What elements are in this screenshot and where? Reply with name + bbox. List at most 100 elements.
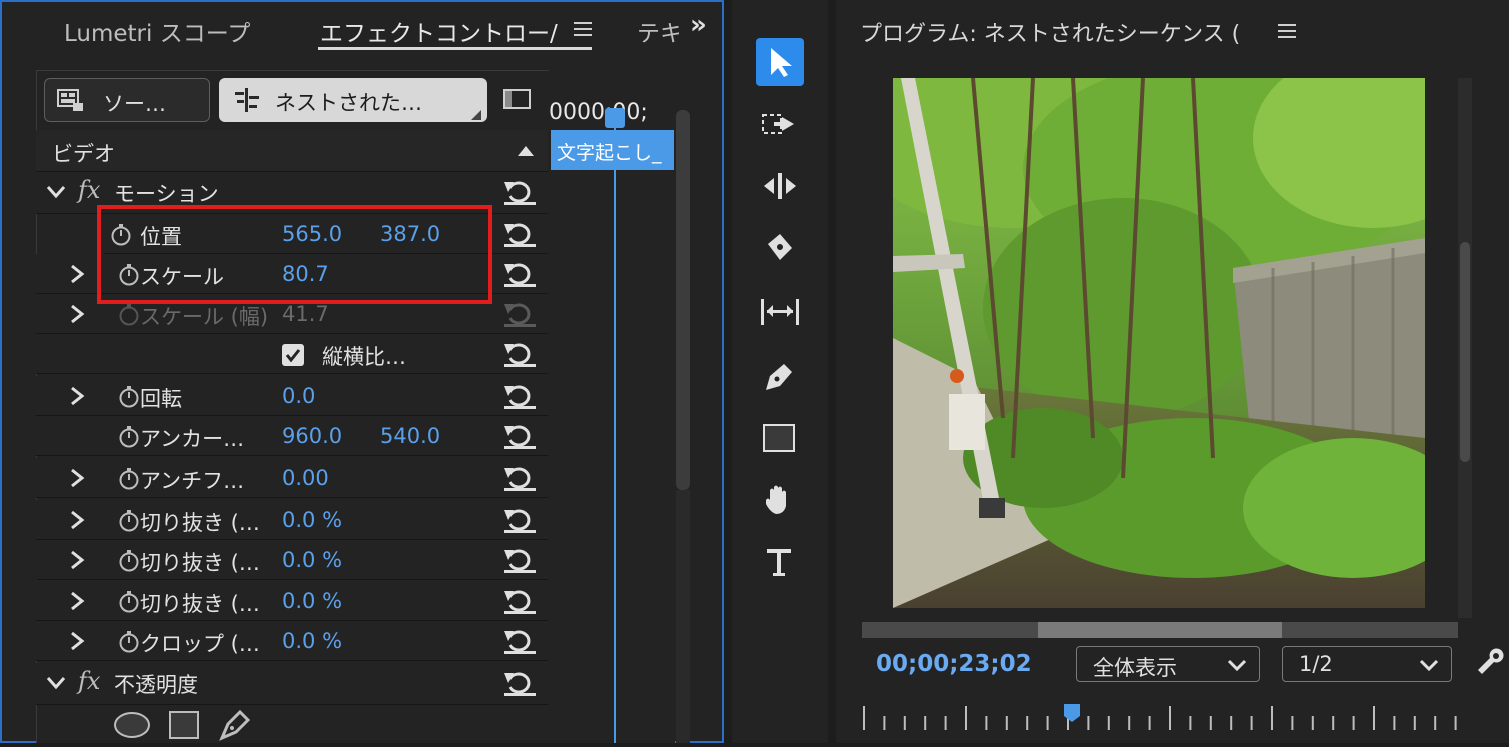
ripple-edit-tool[interactable]	[756, 162, 804, 210]
program-panel-menu-icon[interactable]	[1278, 22, 1298, 40]
program-video-frame[interactable]	[893, 78, 1425, 608]
stopwatch-icon[interactable]	[118, 426, 140, 448]
reset-icon[interactable]	[502, 669, 538, 697]
crop-value[interactable]: 0.0 %	[282, 548, 342, 572]
razor-icon	[768, 234, 792, 260]
reset-icon[interactable]	[502, 464, 538, 492]
opacity-effect-row[interactable]: fx 不透明度	[36, 663, 548, 705]
nested-sequence-icon	[235, 88, 259, 112]
track-select-icon	[762, 114, 794, 134]
highlight-box	[97, 205, 492, 304]
mini-timeline[interactable]	[549, 100, 675, 743]
antiflicker-value[interactable]: 0.00	[282, 466, 329, 490]
toggle-timeline-icon[interactable]	[502, 86, 534, 114]
expand-opacity-icon[interactable]	[46, 675, 66, 691]
anchor-y-value[interactable]: 540.0	[380, 424, 440, 448]
program-vertical-scroll-thumb[interactable]	[1460, 242, 1470, 462]
clip-label: 文字起こし_	[557, 142, 662, 164]
panel-scrollbar-track	[676, 490, 690, 743]
reset-icon[interactable]	[502, 178, 538, 206]
rectangle-mask-icon[interactable]	[168, 710, 202, 740]
hand-tool[interactable]	[756, 476, 804, 524]
tab-lumetri-scopes[interactable]: Lumetri スコープ	[64, 14, 250, 48]
ellipse-mask-icon[interactable]	[112, 710, 152, 740]
settings-wrench-icon[interactable]	[1474, 648, 1504, 678]
expand-chevron-icon[interactable]	[68, 468, 86, 488]
video-section-header[interactable]: ビデオ	[36, 130, 548, 172]
rotation-property-row[interactable]: 回転 0.0	[36, 376, 548, 416]
uniform-scale-checkbox[interactable]	[282, 344, 304, 366]
playback-resolution-select[interactable]: 1/2	[1282, 646, 1452, 682]
reset-icon[interactable]	[502, 587, 538, 615]
type-tool[interactable]	[756, 538, 804, 586]
nested-sequence-button[interactable]: ネストされた…	[219, 78, 487, 122]
stopwatch-icon[interactable]	[118, 550, 140, 572]
expand-chevron-icon[interactable]	[68, 386, 86, 406]
reset-icon[interactable]	[502, 422, 538, 450]
source-clip-button[interactable]: ソー…	[44, 78, 210, 122]
zoom-level-select[interactable]: 全体表示	[1076, 646, 1260, 682]
selection-tool[interactable]	[756, 38, 804, 86]
anchor-x-value[interactable]: 960.0	[282, 424, 342, 448]
crop-value[interactable]: 0.0 %	[282, 589, 342, 613]
reset-icon[interactable]	[502, 506, 538, 534]
stopwatch-icon[interactable]	[118, 591, 140, 613]
panel-scrollbar[interactable]	[676, 110, 690, 490]
pen-mask-icon[interactable]	[218, 708, 252, 742]
crop-value[interactable]: 0.0 %	[282, 508, 342, 532]
crop-left-property-row[interactable]: 切り抜き (… 0.0 %	[36, 500, 548, 540]
expand-chevron-icon[interactable]	[68, 264, 86, 284]
crop-right-property-row[interactable]: 切り抜き (… 0.0 %	[36, 581, 548, 621]
fx-badge: fx	[78, 176, 101, 204]
stopwatch-icon[interactable]	[118, 468, 140, 490]
rotation-value[interactable]: 0.0	[282, 384, 315, 408]
tab-effect-controls[interactable]: エフェクトコントロー/	[320, 14, 566, 48]
expand-chevron-icon[interactable]	[68, 510, 86, 530]
expand-chevron-icon[interactable]	[68, 591, 86, 611]
reset-icon[interactable]	[502, 220, 538, 248]
reset-icon[interactable]	[502, 627, 538, 655]
track-select-tool[interactable]	[756, 100, 804, 148]
crop-top-property-row[interactable]: 切り抜き (… 0.0 %	[36, 540, 548, 580]
uniform-scale-label: 縦横比…	[322, 345, 406, 369]
reset-icon[interactable]	[502, 340, 538, 368]
reset-icon[interactable]	[502, 260, 538, 288]
program-horizontal-scrollbar[interactable]	[862, 622, 1458, 638]
crop-bottom-property-row[interactable]: クロップ (… 0.0 %	[36, 621, 548, 661]
mini-timeline-playhead-head[interactable]	[605, 108, 625, 128]
stopwatch-icon[interactable]	[118, 510, 140, 532]
scale-width-label: スケール (幅)	[140, 305, 269, 329]
crop-label: 切り抜き (…	[140, 511, 260, 535]
program-playhead[interactable]	[1062, 702, 1082, 724]
mini-timeline-clip[interactable]: 文字起こし_	[551, 130, 674, 170]
antiflicker-property-row[interactable]: アンチフ… 0.00	[36, 458, 548, 498]
expand-chevron-icon[interactable]	[68, 631, 86, 651]
crop-label: クロップ (…	[140, 632, 260, 656]
slip-tool[interactable]	[756, 288, 804, 336]
program-vertical-scrollbar[interactable]	[1458, 78, 1472, 618]
expand-motion-icon[interactable]	[46, 184, 66, 200]
program-monitor-title: プログラム: ネストされたシーケンス (	[860, 22, 1241, 47]
anchor-point-property-row[interactable]: アンカー… 960.0 540.0	[36, 416, 548, 456]
program-horizontal-scroll-thumb[interactable]	[1038, 622, 1282, 638]
rectangle-tool[interactable]	[756, 414, 804, 462]
razor-tool[interactable]	[756, 224, 804, 272]
expand-chevron-icon[interactable]	[68, 550, 86, 570]
panel-menu-icon[interactable]	[574, 20, 594, 38]
tab-overflow-icon[interactable]: »	[690, 10, 707, 40]
stopwatch-icon[interactable]	[118, 386, 140, 408]
reset-icon[interactable]	[502, 546, 538, 574]
expand-chevron-icon[interactable]	[68, 304, 86, 324]
collapse-up-icon[interactable]	[518, 146, 534, 156]
program-time-ruler[interactable]	[862, 696, 1462, 743]
stopwatch-icon[interactable]	[118, 631, 140, 653]
antiflicker-label: アンチフ…	[140, 469, 245, 493]
crop-label: 切り抜き (…	[140, 551, 260, 575]
reset-icon[interactable]	[502, 382, 538, 410]
scale-width-value: 41.7	[282, 302, 329, 326]
tab-text[interactable]: テキ	[637, 14, 679, 48]
program-timecode[interactable]: 00;00;23;02	[876, 651, 1032, 677]
crop-value[interactable]: 0.0 %	[282, 629, 342, 653]
time-ruler-ticks	[863, 706, 1457, 730]
pen-tool[interactable]	[756, 352, 804, 400]
